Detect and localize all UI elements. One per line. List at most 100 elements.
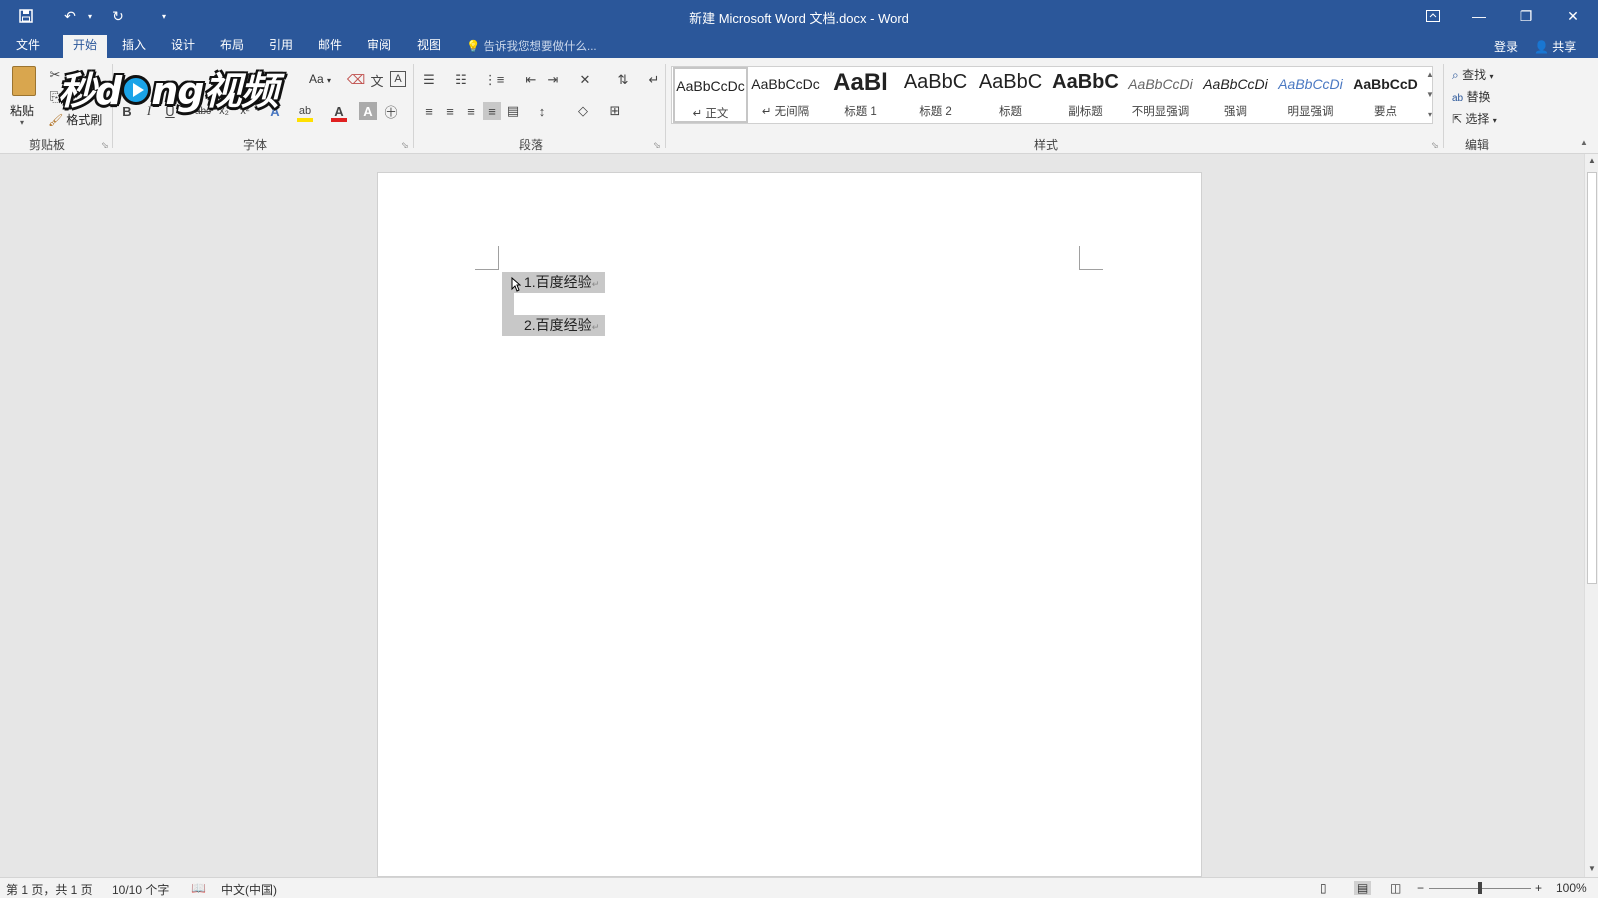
style-emphasis[interactable]: AaBbCcDi 强调 [1198, 67, 1273, 123]
tab-view[interactable]: 视图 [407, 35, 451, 58]
font-color-icon[interactable]: A [330, 102, 348, 122]
zoom-slider-thumb[interactable] [1478, 882, 1482, 894]
lightbulb-icon: 💡 [466, 41, 481, 53]
word-count[interactable]: 10/10 个字 [112, 881, 169, 898]
tab-layout[interactable]: 布局 [210, 35, 254, 58]
increase-indent-icon[interactable]: ⇥ [544, 71, 562, 89]
align-right-icon[interactable]: ≡ [462, 102, 480, 120]
tab-insert[interactable]: 插入 [112, 35, 156, 58]
gallery-more-icon[interactable]: ▾ [1424, 110, 1436, 119]
format-painter-button[interactable]: 🖌 格式刷 [48, 111, 102, 128]
replace-button[interactable]: ab 替换 [1452, 88, 1490, 105]
align-left-icon[interactable]: ≡ [420, 102, 438, 120]
group-separator [1443, 64, 1444, 148]
language-indicator[interactable]: 中文(中国) [221, 881, 277, 898]
style-no-spacing[interactable]: AaBbCcDc ↵ 无间隔 [748, 67, 823, 123]
style-sample: AaBbCcDc [676, 78, 745, 94]
scroll-down-icon[interactable]: ▼ [1585, 864, 1598, 873]
highlight-icon[interactable]: ab [296, 102, 314, 122]
close-icon[interactable]: ✕ [1550, 0, 1596, 32]
window-title: 新建 Microsoft Word 文档.docx - Word [689, 11, 909, 26]
font-group-label: 字体 [243, 138, 268, 152]
paragraph-launcher-icon[interactable]: ⬂ [653, 140, 661, 151]
title-bar: ↶ ▾ ↻ ▾ 新建 Microsoft Word 文档.docx - Word… [0, 0, 1598, 32]
paste-dropdown-icon: ▾ [20, 118, 25, 127]
change-case-button[interactable]: Aa ▾ [309, 72, 331, 86]
zoom-out-icon[interactable]: − [1417, 881, 1424, 895]
gallery-scroll-up-icon[interactable]: ▲ [1424, 70, 1436, 79]
tell-me-box[interactable]: 💡 告诉我您想要做什么... [466, 38, 597, 54]
clipboard-launcher-icon[interactable]: ⬂ [101, 140, 109, 151]
gallery-scroll-down-icon[interactable]: ▼ [1424, 90, 1436, 99]
tab-review[interactable]: 审阅 [357, 35, 401, 58]
character-border-icon[interactable]: A [390, 71, 406, 87]
ribbon-tabs: 文件 开始 插入 设计 布局 引用 邮件 审阅 视图 💡 告诉我您想要做什么..… [0, 32, 1598, 58]
numbering-icon[interactable]: ☷ [452, 71, 470, 89]
styles-launcher-icon[interactable]: ⬂ [1431, 140, 1439, 151]
style-name: 标题 2 [919, 106, 952, 118]
brush-icon: 🖌 [48, 112, 64, 127]
tab-design[interactable]: 设计 [161, 35, 205, 58]
ribbon-display-options-icon[interactable] [1410, 0, 1456, 32]
style-name: 副标题 [1068, 106, 1103, 118]
zoom-level[interactable]: 100% [1556, 881, 1587, 895]
read-mode-icon[interactable]: ▯ [1320, 881, 1327, 895]
style-heading-1[interactable]: AaBl 标题 1 [823, 67, 898, 123]
clear-formatting-icon[interactable]: ⌫ [347, 71, 365, 89]
paragraph-mark: ↵ [591, 322, 600, 332]
web-layout-icon[interactable]: ◫ [1390, 881, 1401, 895]
font-launcher-icon[interactable]: ⬂ [401, 140, 409, 151]
tab-references[interactable]: 引用 [259, 35, 303, 58]
borders-icon[interactable]: ⊞ [606, 102, 624, 120]
chinese-layout-icon[interactable]: ✕ [576, 71, 594, 89]
styles-group-label: 样式 [1034, 138, 1059, 152]
phonetic-guide-icon[interactable]: 文 [368, 71, 386, 89]
group-separator [413, 64, 414, 148]
distributed-icon[interactable]: ▤ [504, 102, 522, 120]
document-page[interactable]: 1.百度经验↵ ↵ 2.百度经验↵ [377, 172, 1202, 877]
style-subtitle[interactable]: AaBbC 副标题 [1048, 67, 1123, 123]
style-name: 标题 1 [844, 106, 877, 118]
select-button[interactable]: ⇱ 选择 ▾ [1452, 110, 1497, 127]
zoom-in-icon[interactable]: + [1535, 881, 1542, 895]
style-heading-2[interactable]: AaBbC 标题 2 [898, 67, 973, 123]
show-marks-icon[interactable]: ↵ [645, 71, 663, 89]
vertical-scrollbar[interactable]: ▲ ▼ [1584, 154, 1598, 877]
restore-icon[interactable]: ❐ [1503, 0, 1549, 32]
minimize-icon[interactable]: — [1456, 0, 1502, 32]
print-layout-icon[interactable]: ▤ [1354, 881, 1372, 895]
sort-icon[interactable]: ⇅ [614, 71, 632, 89]
tab-file[interactable]: 文件 [6, 35, 50, 58]
find-button[interactable]: ⌕ 查找 ▾ [1452, 66, 1493, 83]
style-strong[interactable]: AaBbCcD 要点 [1348, 67, 1423, 123]
enclose-characters-icon[interactable]: ㊉ [382, 102, 400, 120]
proofing-icon[interactable]: 📖 [191, 881, 206, 895]
find-label: 查找 [1462, 68, 1487, 82]
selected-line-2[interactable]: 2.百度经验↵ [502, 315, 605, 336]
font-color-swatch [331, 118, 347, 122]
character-shading-icon[interactable]: A [359, 102, 377, 120]
signin-link[interactable]: 登录 [1494, 38, 1518, 55]
decrease-indent-icon[interactable]: ⇤ [522, 71, 540, 89]
style-intense-emphasis[interactable]: AaBbCcDi 明显强调 [1273, 67, 1348, 123]
scroll-thumb[interactable] [1587, 172, 1597, 584]
page-count[interactable]: 第 1 页，共 1 页 [6, 881, 93, 898]
tab-mailings[interactable]: 邮件 [308, 35, 352, 58]
line-spacing-icon[interactable]: ↕ [533, 102, 551, 120]
align-center-icon[interactable]: ≡ [441, 102, 459, 120]
multilevel-list-icon[interactable]: ⋮≡ [484, 71, 505, 89]
tab-home[interactable]: 开始 [63, 35, 108, 58]
collapse-ribbon-icon[interactable]: ▲ [1578, 138, 1590, 147]
margin-corner-top-left [475, 246, 499, 270]
style-title[interactable]: AaBbC 标题 [973, 67, 1048, 123]
paste-button[interactable]: 粘贴 ▾ [8, 64, 40, 127]
share-button[interactable]: 👤 共享 [1534, 38, 1576, 55]
scroll-up-icon[interactable]: ▲ [1585, 156, 1598, 165]
shading-icon[interactable]: ◇ [574, 102, 592, 120]
bullets-icon[interactable]: ☰ [420, 71, 438, 89]
search-icon: ⌕ [1452, 68, 1459, 82]
style-normal[interactable]: AaBbCcDc ↵ 正文 [673, 67, 748, 123]
style-subtle-emphasis[interactable]: AaBbCcDi 不明显强调 [1123, 67, 1198, 123]
justify-icon[interactable]: ≡ [483, 102, 501, 120]
change-case-label: Aa [309, 72, 324, 86]
